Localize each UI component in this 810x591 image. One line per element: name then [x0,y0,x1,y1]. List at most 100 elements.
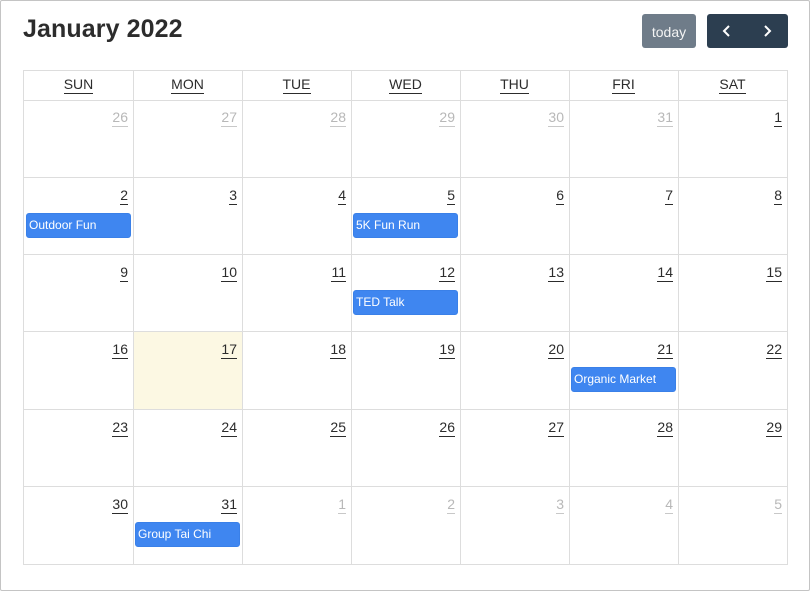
day-cell[interactable]: 1 [678,100,787,177]
day-cell[interactable]: 13 [460,255,569,331]
day-cell[interactable]: 16 [24,332,133,409]
day-cell[interactable]: 12 TED Talk [351,255,460,331]
day-number[interactable]: 9 [120,265,128,282]
day-number[interactable]: 5 [447,188,455,205]
day-number[interactable]: 8 [774,188,782,205]
weekday-label[interactable]: THU [500,77,529,94]
day-number[interactable]: 11 [331,265,346,282]
day-number[interactable]: 29 [439,110,455,127]
day-number[interactable]: 2 [120,188,128,205]
day-cell[interactable]: 25 [242,410,351,486]
day-cell[interactable]: 28 [569,410,678,486]
calendar-event[interactable]: Outdoor Fun [26,213,131,238]
day-number[interactable]: 29 [766,420,782,437]
day-cell[interactable]: 7 [569,178,678,254]
day-number[interactable]: 26 [112,110,128,127]
day-number[interactable]: 13 [548,265,564,282]
day-number[interactable]: 28 [330,110,346,127]
weekday-label[interactable]: SAT [719,77,746,94]
calendar-event[interactable]: Group Tai Chi [135,522,240,547]
day-cell[interactable]: 19 [351,332,460,409]
day-number[interactable]: 6 [556,188,564,205]
day-cell[interactable]: 11 [242,255,351,331]
day-number[interactable]: 15 [766,265,782,282]
day-number[interactable]: 23 [112,420,128,437]
day-number[interactable]: 18 [330,342,346,359]
day-cell[interactable]: 9 [24,255,133,331]
calendar-event[interactable]: 5K Fun Run [353,213,458,238]
day-cell[interactable]: 6 [460,178,569,254]
day-number[interactable]: 2 [447,497,455,514]
day-cell[interactable]: 5 [678,487,787,564]
today-button[interactable]: today [642,14,696,48]
day-number[interactable]: 24 [221,420,237,437]
day-cell[interactable]: 27 [133,100,242,177]
day-number[interactable]: 7 [665,188,673,205]
day-cell[interactable]: 31 Group Tai Chi [133,487,242,564]
weekday-label[interactable]: MON [171,77,204,94]
day-cell[interactable]: 21 Organic Market [569,332,678,409]
day-cell[interactable]: 27 [460,410,569,486]
weekday-header-fri: FRI [569,71,678,100]
day-number[interactable]: 28 [657,420,673,437]
day-cell[interactable]: 29 [351,100,460,177]
day-cell[interactable]: 5 5K Fun Run [351,178,460,254]
next-month-button[interactable] [747,14,787,48]
day-number[interactable]: 3 [556,497,564,514]
day-cell[interactable]: 28 [242,100,351,177]
weekday-label[interactable]: FRI [612,77,635,94]
calendar-event[interactable]: TED Talk [353,290,458,315]
day-number[interactable]: 1 [338,497,346,514]
day-number[interactable]: 12 [439,265,455,282]
day-number[interactable]: 3 [229,188,237,205]
day-number[interactable]: 27 [221,110,237,127]
prev-month-button[interactable] [707,14,747,48]
day-cell[interactable]: 30 [460,100,569,177]
day-cell[interactable]: 30 [24,487,133,564]
day-number[interactable]: 22 [766,342,782,359]
day-number[interactable]: 17 [221,342,237,359]
weekday-label[interactable]: WED [389,77,422,94]
day-number[interactable]: 1 [774,110,782,127]
day-number[interactable]: 19 [439,342,455,359]
calendar-event[interactable]: Organic Market [571,367,676,392]
day-number[interactable]: 30 [548,110,564,127]
day-number[interactable]: 31 [657,110,673,127]
day-number[interactable]: 16 [112,342,128,359]
day-cell[interactable]: 23 [24,410,133,486]
day-cell[interactable]: 20 [460,332,569,409]
day-cell[interactable]: 26 [24,100,133,177]
day-cell[interactable]: 26 [351,410,460,486]
day-number[interactable]: 25 [330,420,346,437]
weekday-label[interactable]: SUN [63,77,94,94]
day-cell[interactable]: 2 [351,487,460,564]
weekday-label[interactable]: TUE [282,77,311,94]
day-cell[interactable]: 31 [569,100,678,177]
day-cell[interactable]: 4 [569,487,678,564]
day-number[interactable]: 21 [657,342,673,359]
day-cell[interactable]: 10 [133,255,242,331]
day-cell[interactable]: 1 [242,487,351,564]
day-cell[interactable]: 29 [678,410,787,486]
day-cell[interactable]: 8 [678,178,787,254]
day-cell[interactable]: 4 [242,178,351,254]
day-number[interactable]: 4 [665,497,673,514]
day-number[interactable]: 27 [548,420,564,437]
day-cell[interactable]: 3 [460,487,569,564]
day-number[interactable]: 5 [774,497,782,514]
day-cell[interactable]: 22 [678,332,787,409]
day-cell[interactable]: 2 Outdoor Fun [24,178,133,254]
day-cell-today[interactable]: 17 [133,332,242,409]
day-number[interactable]: 26 [439,420,455,437]
day-number[interactable]: 20 [548,342,564,359]
day-number[interactable]: 4 [338,188,346,205]
day-cell[interactable]: 24 [133,410,242,486]
day-number[interactable]: 10 [221,265,237,282]
day-cell[interactable]: 3 [133,178,242,254]
day-cell[interactable]: 18 [242,332,351,409]
day-cell[interactable]: 15 [678,255,787,331]
day-number[interactable]: 31 [221,497,237,514]
day-cell[interactable]: 14 [569,255,678,331]
day-number[interactable]: 14 [657,265,673,282]
day-number[interactable]: 30 [112,497,128,514]
